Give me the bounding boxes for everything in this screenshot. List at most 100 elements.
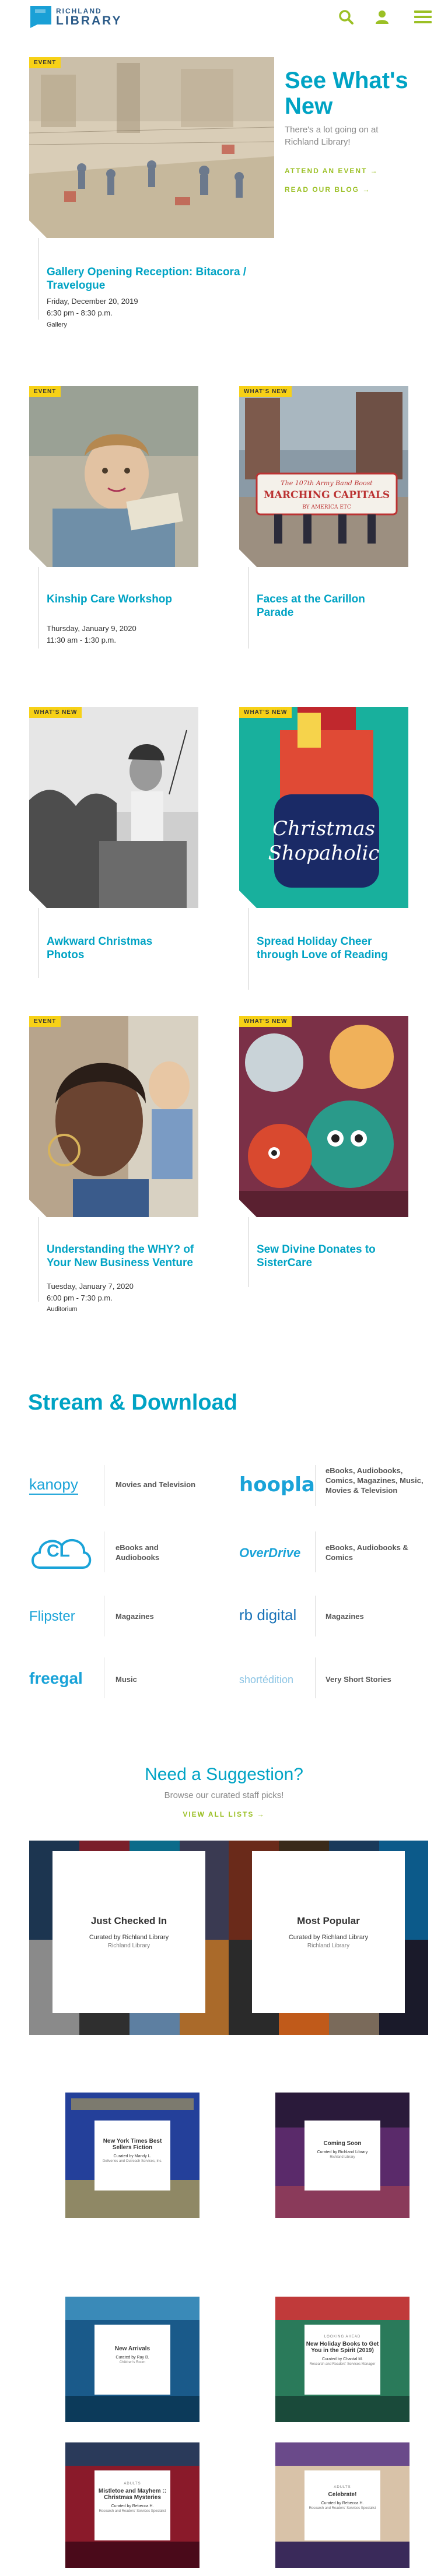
site-header: RICHLAND LIBRARY — [0, 0, 448, 35]
banner-line3: BY AMERICA ETC — [302, 504, 351, 510]
list-org: Richland Library — [107, 1943, 150, 1949]
list-title: New Arrivals — [114, 2346, 150, 2352]
list-org: Research and Readers' Services Specialis… — [99, 2510, 166, 2513]
news-card-holiday-cheer[interactable]: Christmas Shopaholic WHAT'S NEW Spread H… — [239, 707, 408, 990]
list-kicker: ADULTS — [334, 2486, 351, 2489]
list-tile-just-checked-in[interactable]: Just Checked In Curated by Richland Libr… — [29, 1841, 229, 2035]
list-tile-label: Most Popular Curated by Richland Library… — [252, 1851, 405, 2013]
card-photo[interactable]: Christmas Shopaholic — [239, 707, 408, 908]
list-tile-label: ADULTS Celebrate! Curated by Rebecca H. … — [304, 2470, 380, 2540]
hoopla-logo[interactable]: hoopla — [239, 1473, 315, 1496]
card-photo[interactable] — [29, 1016, 198, 1217]
kanopy-logo[interactable]: kanopy — [29, 1475, 78, 1495]
card-badge: WHAT'S NEW — [239, 707, 292, 718]
news-card-sew-divine[interactable]: WHAT'S NEW Sew Divine Donates to SisterC… — [239, 1016, 408, 1287]
banner-line2: MARCHING CAPITALS — [264, 489, 390, 501]
list-tile-holiday-books[interactable]: LOOKING AHEAD New Holiday Books to Get Y… — [275, 2297, 410, 2422]
list-curator: Curated by Rebecca H. — [111, 2504, 154, 2508]
list-tile-new-arrivals[interactable]: New Arrivals Curated by Ray B. Children'… — [65, 2297, 200, 2422]
list-curator: Curated by Richland Library — [89, 1934, 169, 1941]
list-tile-label: Coming Soon Curated by Richland Library … — [304, 2121, 380, 2191]
card-title[interactable]: Gallery Opening Reception: Bitacora / Tr… — [47, 266, 268, 293]
card-title[interactable]: Faces at the Carillon Parade — [257, 593, 402, 620]
list-tile-celebrate[interactable]: ADULTS Celebrate! Curated by Rebecca H. … — [275, 2442, 410, 2568]
card-photo[interactable] — [29, 386, 198, 567]
news-card-awkward-photos[interactable]: WHAT'S NEW Awkward Christmas Photos — [29, 707, 198, 978]
see-whats-new-heading: See What's New — [285, 68, 408, 119]
list-tile-nyt-fiction[interactable]: New York Times Best Sellers Fiction Cura… — [65, 2093, 200, 2218]
card-title[interactable]: Awkward Christmas Photos — [47, 935, 192, 962]
card-title[interactable]: Understanding the WHY? of Your New Busin… — [47, 1243, 198, 1270]
list-kicker: ADULTS — [124, 2482, 141, 2486]
overdrive-logo[interactable]: OverDrive — [239, 1545, 300, 1561]
card-title[interactable]: Spread Holiday Cheer through Love of Rea… — [257, 935, 402, 962]
shortedition-logo[interactable]: shortédition — [239, 1674, 293, 1686]
card-title[interactable]: Sew Divine Donates to SisterCare — [257, 1243, 402, 1270]
event-card-kinship[interactable]: EVENT Kinship Care Workshop Thursday, Ja… — [29, 386, 198, 654]
card-location: Auditorium — [47, 1306, 78, 1313]
cloud-library-description: eBooks and Audiobooks — [116, 1543, 160, 1562]
card-notch — [29, 220, 47, 238]
card-title[interactable]: Kinship Care Workshop — [47, 593, 192, 607]
rbdigital-logo[interactable]: rb digital — [239, 1606, 296, 1624]
card-notch — [239, 549, 257, 567]
card-badge: WHAT'S NEW — [239, 1016, 292, 1027]
provider-divider — [315, 1657, 316, 1698]
list-title: New Holiday Books to Get You in the Spir… — [306, 2341, 379, 2354]
list-curator: Curated by Rebecca H. — [321, 2501, 364, 2505]
kanopy-description: Movies and Television — [116, 1480, 196, 1489]
menu-icon[interactable] — [413, 8, 433, 26]
list-tile-coming-soon[interactable]: Coming Soon Curated by Richland Library … — [275, 2093, 410, 2218]
rbdigital-description: Magazines — [326, 1612, 364, 1621]
list-curator: Curated by Richland Library — [288, 1934, 369, 1941]
list-org: Deliveries and Outreach Services, Inc. — [102, 2160, 163, 2163]
provider-divider — [315, 1531, 316, 1572]
card-notch — [29, 1200, 47, 1217]
card-badge: WHAT'S NEW — [239, 386, 292, 397]
list-org: Children's Room — [119, 2361, 146, 2364]
list-org: Research and Readers' Services Specialis… — [309, 2507, 376, 2510]
list-tile-label: ADULTS Mistletoe and Mayhem :: Christmas… — [94, 2470, 170, 2540]
list-org: Richland Library — [330, 2156, 355, 2159]
christmas-line2: Shopaholic — [268, 842, 380, 865]
list-curator: Curated by Ray B. — [116, 2356, 149, 2360]
card-badge: WHAT'S NEW — [29, 707, 82, 718]
list-title: Most Popular — [297, 1915, 360, 1926]
logo-text-line2[interactable]: LIBRARY — [56, 14, 123, 28]
library-logo-icon[interactable] — [30, 6, 51, 28]
view-all-lists-link[interactable]: VIEW ALL LISTS → — [0, 1810, 448, 1818]
read-blog-link[interactable]: READ OUR BLOG → — [285, 185, 370, 194]
see-whats-new-text: There's a lot going on at Richland Libra… — [285, 125, 379, 147]
card-divider — [248, 1217, 249, 1287]
news-card-carillon[interactable]: The 107th Army Band Boost MARCHING CAPIT… — [239, 386, 408, 654]
attend-event-link[interactable]: ATTEND AN EVENT → — [285, 167, 379, 175]
card-time: 11:30 am - 1:30 p.m. — [47, 636, 116, 644]
list-title: Mistletoe and Mayhem :: Christmas Myster… — [98, 2488, 167, 2501]
card-photo[interactable] — [29, 707, 198, 908]
search-icon[interactable] — [337, 8, 355, 26]
hoopla-description: eBooks, Audiobooks, Comics, Magazines, M… — [326, 1466, 424, 1495]
card-photo[interactable] — [29, 57, 274, 238]
list-curator: Curated by Richland Library — [317, 2150, 368, 2154]
suggestion-heading: Need a Suggestion? — [145, 1765, 303, 1784]
list-curator: Curated by Chantal M. — [321, 2357, 363, 2361]
list-tile-label: New Arrivals Curated by Ray B. Children'… — [94, 2325, 170, 2395]
card-notch — [29, 891, 47, 908]
flipster-logo[interactable]: Flipster — [29, 1608, 75, 1625]
card-date: Tuesday, January 7, 2020 — [47, 1282, 134, 1291]
cloud-library-logo[interactable]: CL — [47, 1541, 70, 1561]
freegal-logo[interactable]: freegal — [29, 1669, 83, 1688]
event-card-gallery[interactable]: EVENT Gallery Opening Reception: Bitacor… — [29, 57, 274, 360]
card-badge: EVENT — [29, 1016, 61, 1027]
event-card-business-venture[interactable]: EVENT Understanding the WHY? of Your New… — [29, 1016, 198, 1313]
card-photo[interactable]: The 107th Army Band Boost MARCHING CAPIT… — [239, 386, 408, 567]
freegal-description: Music — [116, 1675, 137, 1684]
user-icon[interactable] — [373, 8, 391, 26]
card-photo[interactable] — [239, 1016, 408, 1217]
list-tile-most-popular[interactable]: Most Popular Curated by Richland Library… — [229, 1841, 428, 2035]
list-tile-christmas-mysteries[interactable]: ADULTS Mistletoe and Mayhem :: Christmas… — [65, 2442, 200, 2568]
page: { "header": { "logo_line1": "RICHLAND", … — [0, 0, 448, 2576]
stream-download-heading: Stream & Download — [28, 1390, 237, 1415]
list-tile-label: Just Checked In Curated by Richland Libr… — [52, 1851, 205, 2013]
list-tile-label: LOOKING AHEAD New Holiday Books to Get Y… — [304, 2325, 380, 2395]
